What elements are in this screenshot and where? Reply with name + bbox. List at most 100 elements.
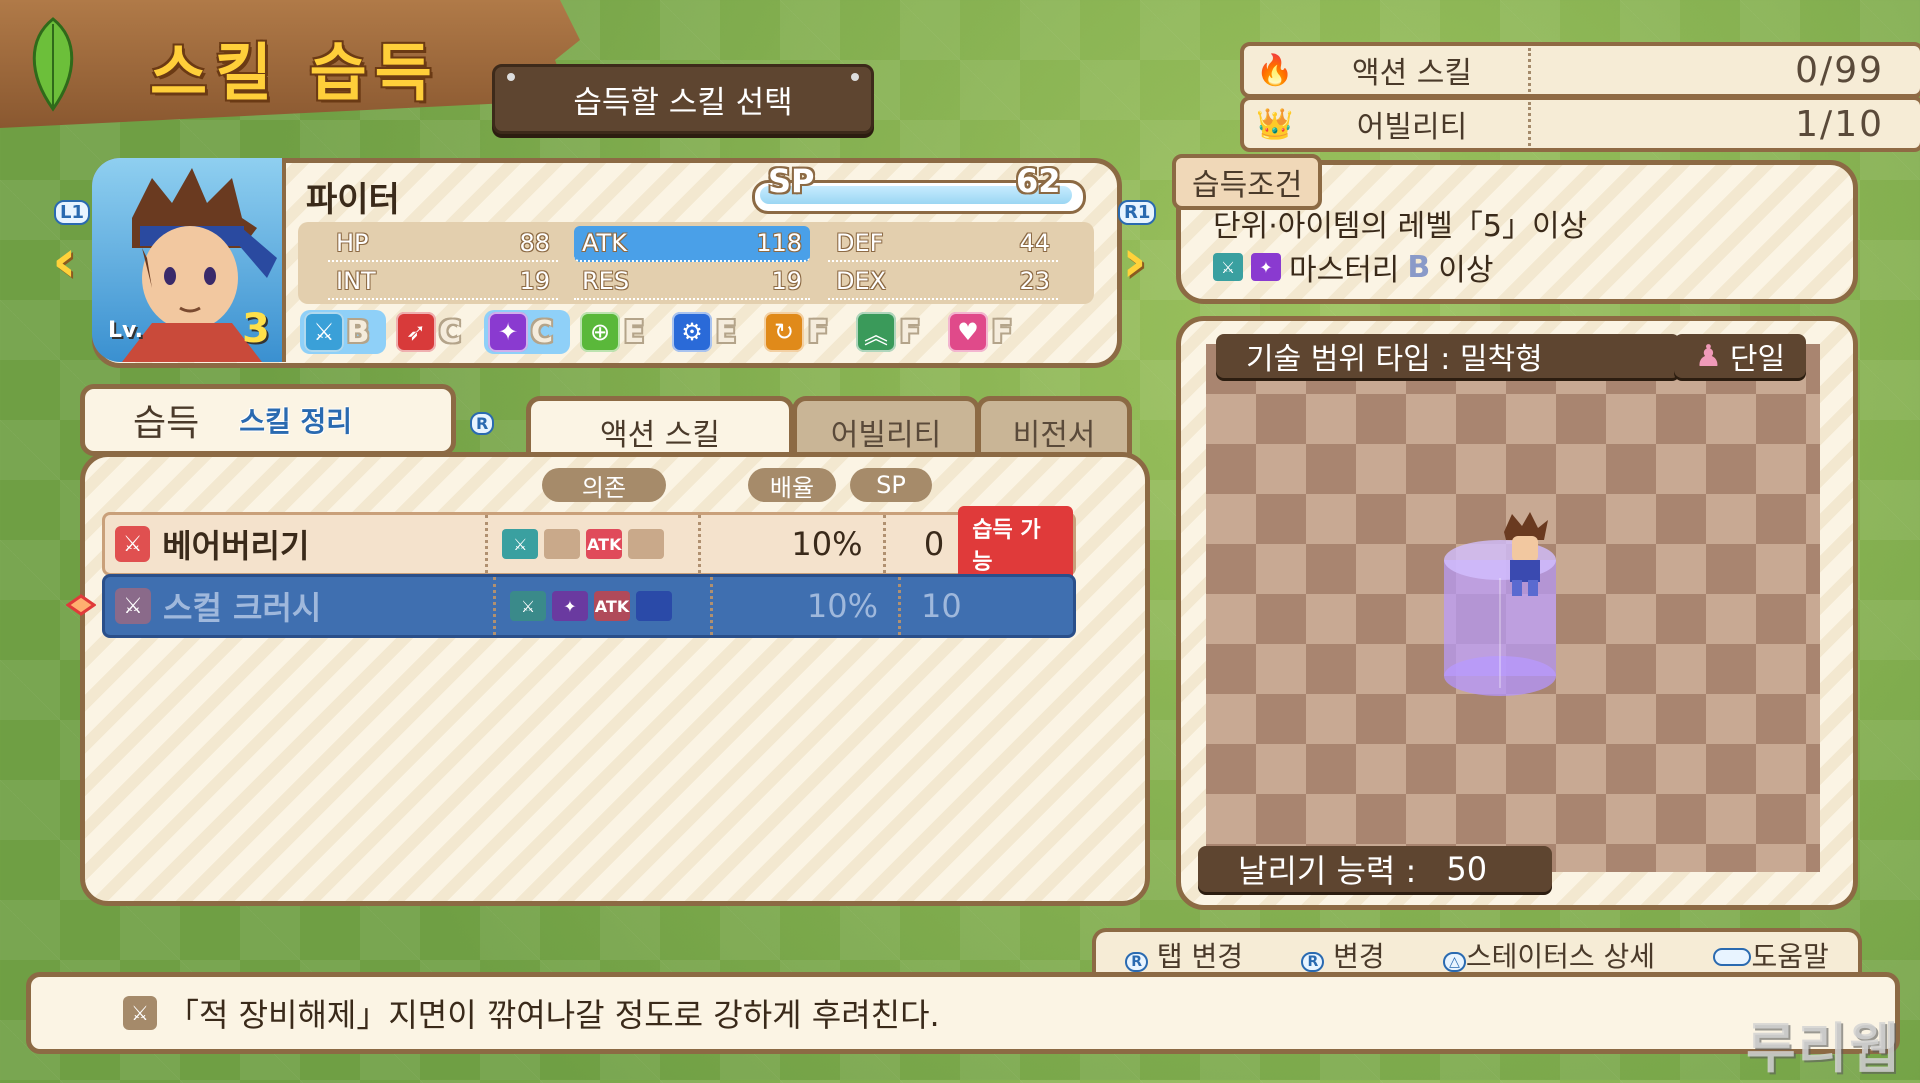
skill-dependencies: ⚔ ATK <box>488 515 702 573</box>
weapon-mastery-heart: ♥ F <box>944 310 1030 354</box>
knockback-info: 날리기 능력 : 50 <box>1198 846 1552 892</box>
organize-skills-button[interactable]: 스킬 정리 <box>239 400 352 440</box>
help-help[interactable]: 도움말 <box>1713 935 1829 975</box>
stat-def: DEF 44 <box>828 226 1058 262</box>
character-class: 파이터 <box>306 180 400 220</box>
stat-hp: HP 88 <box>328 226 558 262</box>
target-type-label: 단일 <box>1729 342 1786 377</box>
empty-slot <box>544 529 581 559</box>
weapon-mastery-gun: ⚙ E <box>668 310 754 354</box>
heart-icon: ♥ <box>948 312 988 352</box>
weapon-mastery-row: ⚔ B ➶ C ✦ C ⊕ E ⚙ E ↻ F ︽ F ♥ F <box>300 310 1030 354</box>
skill-row[interactable]: ⚔ 베어버리기 ⚔ ATK 10% 0 습득 가능 <box>102 506 1076 582</box>
action-skill-counter: 🔥 액션 스킬 0/99 <box>1240 42 1920 98</box>
skill-name: 베어버리기 <box>150 515 489 573</box>
weapon-mastery-spear: ➶ C <box>392 310 478 354</box>
chevron-right-icon: › <box>1122 226 1147 296</box>
mastery-suffix: 이상 <box>1438 253 1494 288</box>
person-icon: ♟ <box>1694 338 1722 374</box>
atk-tag: ATK <box>586 529 623 559</box>
sword-icon: ⚔ <box>1213 253 1243 281</box>
mastery-grade: C <box>530 314 554 350</box>
mastery-grade: F <box>807 314 829 350</box>
mastery-text: 마스터리 <box>1289 253 1400 288</box>
col-header-sp: SP <box>850 468 932 502</box>
sp-value: 62 <box>1016 162 1061 200</box>
help-status-detail[interactable]: △ 스테이터스 상세 <box>1443 935 1655 975</box>
empty-slot <box>628 529 665 559</box>
mastery-grade: B <box>1407 249 1431 285</box>
weapon-mastery-axe: ✦ C <box>484 310 570 354</box>
skill-description: 「적 장비해제」지면이 깎여나갈 정도로 강하게 후려친다. <box>167 996 940 1034</box>
gun-icon: ⚙ <box>672 312 712 352</box>
mastery-grade: C <box>438 314 462 350</box>
range-type-label: 기술 범위 타입 : 밀착형 <box>1216 334 1680 378</box>
selection-cursor-icon <box>66 594 96 616</box>
learn-label: 습득 <box>133 403 200 444</box>
stat-res: RES 19 <box>574 264 810 300</box>
fist-icon: ↻ <box>764 312 804 352</box>
stat-atk: ATK 118 <box>574 226 810 262</box>
mastery-grade: F <box>991 314 1013 350</box>
triangle-button-icon: △ <box>1443 952 1466 972</box>
stat-dex: DEX 23 <box>828 264 1058 300</box>
r-stick-icon: R <box>1301 952 1325 972</box>
axe-icon: ✦ <box>552 591 588 621</box>
skill-sp: 0 <box>923 525 945 563</box>
leaf-icon <box>32 17 74 112</box>
ability-counter: 👑 어빌리티 1/10 <box>1240 96 1920 152</box>
atk-tag: ATK <box>594 591 630 621</box>
level-label: Lv. <box>108 318 143 343</box>
axe-icon: ✦ <box>1251 253 1281 281</box>
sp-label: SP <box>768 162 815 200</box>
weapon-mastery-bow: ⊕ E <box>576 310 662 354</box>
requirement-mastery: ⚔ ✦ 마스터리 B 이상 <box>1213 245 1493 289</box>
col-header-deps: 의존 <box>542 468 666 502</box>
r-stick-icon: R <box>1125 952 1148 972</box>
learn-mode-box[interactable]: 습득 스킬 정리 <box>80 384 456 456</box>
staff-icon: ︽ <box>856 312 896 352</box>
mastery-grade: E <box>715 314 737 350</box>
skill-description-bar: ⚔ 「적 장비해제」지면이 깎여나갈 정도로 강하게 후려친다. <box>26 972 1900 1054</box>
sword-icon: ⚔ <box>510 591 546 621</box>
empty-slot <box>636 591 672 621</box>
r-button-hint: R <box>470 412 495 435</box>
mastery-grade: F <box>899 314 921 350</box>
skill-sp: 10 <box>921 587 962 625</box>
character-sprite <box>1504 512 1548 596</box>
page-title: 스킬 습득 <box>150 36 440 109</box>
help-tab-change[interactable]: R 탭 변경 <box>1125 935 1243 975</box>
counter-label: 어빌리티 <box>1296 102 1531 146</box>
skill-name: 스컬 크러시 <box>151 577 496 635</box>
mastery-grade: B <box>346 314 370 350</box>
knockback-label: 날리기 능력 : <box>1238 852 1417 890</box>
learnable-badge: 습득 가능 <box>958 506 1073 582</box>
touchpad-icon <box>1713 948 1752 966</box>
sword-icon: ⚔ <box>304 312 344 352</box>
stats-box: HP 88 ATK 118 DEF 44 INT 19 RES 19 DEX 23 <box>298 222 1094 304</box>
weapon-mastery-sword: ⚔ B <box>300 310 386 354</box>
target-type: ♟ 단일 <box>1674 334 1806 378</box>
help-change[interactable]: R 변경 <box>1301 935 1385 975</box>
skill-row-selected[interactable]: ⚔ 스컬 크러시 ⚔ ✦ ATK 10% 10 <box>102 574 1076 638</box>
col-header-rate: 배율 <box>748 468 836 502</box>
mastery-grade: E <box>623 314 645 350</box>
counter-label: 액션 스킬 <box>1296 48 1531 92</box>
weapon-mastery-staff: ︽ F <box>852 310 938 354</box>
ability-icon: 👑 <box>1256 106 1294 142</box>
skill-rate: 10% <box>701 515 886 573</box>
requirements-tag: 습득조건 <box>1172 154 1323 210</box>
knockback-value: 50 <box>1446 850 1488 888</box>
counter-value: 0/99 <box>1795 49 1884 91</box>
action-skill-icon: 🔥 <box>1256 52 1294 88</box>
bow-icon: ⊕ <box>580 312 620 352</box>
skill-type-icon: ⚔ <box>123 996 157 1030</box>
spear-icon: ➶ <box>396 312 436 352</box>
l1-button-hint: L1 <box>54 200 90 225</box>
weapon-mastery-fist: ↻ F <box>760 310 846 354</box>
page-subtitle: 습득할 스킬 선택 <box>492 64 874 134</box>
axe-icon: ✦ <box>488 312 528 352</box>
skill-rate: 10% <box>713 577 901 635</box>
skill-icon: ⚔ <box>115 588 151 624</box>
controls-help-bar: R 탭 변경 R 변경 △ 스테이터스 상세 도움말 <box>1092 928 1862 978</box>
